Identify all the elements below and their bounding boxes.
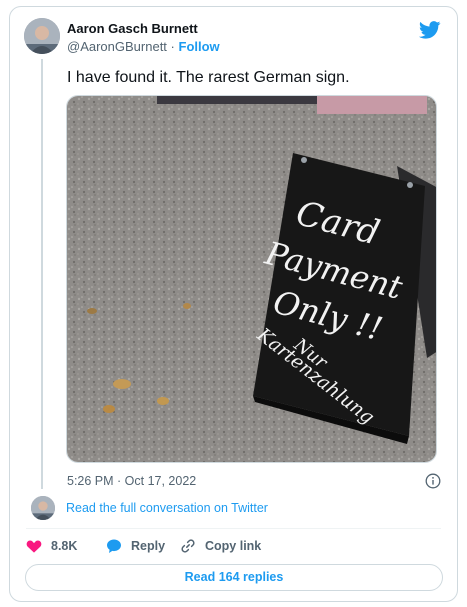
author-handle-line: @AaronGBurnett · Follow — [67, 39, 220, 54]
author-handle[interactable]: @AaronGBurnett — [67, 39, 167, 54]
copy-link-label: Copy link — [205, 539, 262, 553]
reply-label: Reply — [131, 539, 166, 553]
speech-bubble-icon — [107, 539, 121, 553]
handle-separator: · — [170, 39, 175, 54]
info-icon[interactable] — [425, 473, 441, 489]
thread-line — [41, 59, 43, 489]
read-full-conversation-link[interactable]: Read the full conversation on Twitter — [66, 501, 268, 515]
twitter-bird-icon[interactable] — [419, 21, 441, 39]
tweet-embed-card: Aaron Gasch Burnett @AaronGBurnett · Fol… — [9, 6, 458, 602]
copy-link-button[interactable]: Copy link — [180, 536, 261, 556]
read-replies-button[interactable]: Read 164 replies — [25, 564, 443, 591]
reply-button[interactable]: Reply — [106, 536, 165, 556]
tweet-timestamp[interactable]: 5:26 PM · Oct 17, 2022 — [67, 474, 196, 488]
heart-icon — [26, 540, 42, 553]
author-name[interactable]: Aaron Gasch Burnett — [67, 21, 198, 36]
author-avatar[interactable] — [24, 18, 60, 54]
link-icon — [181, 539, 195, 553]
like-button[interactable]: 8.8K — [26, 536, 77, 556]
reader-avatar — [31, 496, 55, 520]
tweet-text: I have found it. The rarest German sign. — [67, 69, 350, 86]
actions-divider — [26, 528, 441, 529]
tweet-photo[interactable]: Card Payment Only !! Nur Kartenzahlung — [66, 95, 437, 463]
follow-link[interactable]: Follow — [179, 39, 220, 54]
like-count: 8.8K — [51, 539, 78, 553]
